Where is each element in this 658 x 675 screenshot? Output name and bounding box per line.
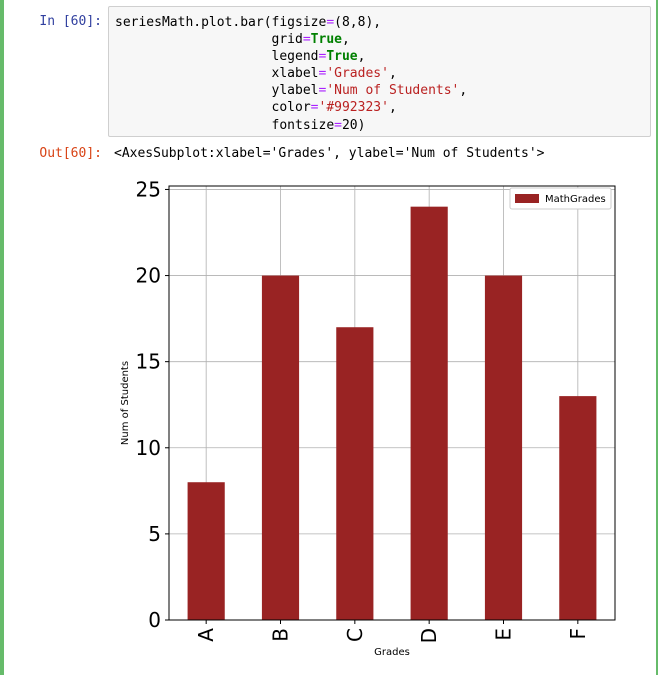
bar-f [559,396,597,620]
chart-grid [169,186,615,621]
bar-d [410,206,448,620]
bar-c [336,327,374,620]
chart-legend: MathGrades [509,187,612,210]
y-tick-label: 0 [148,608,161,632]
y-axis-ticks: 0 5 10 15 20 25 [136,177,169,632]
y-tick-label: 15 [136,350,161,374]
y-tick-label: 25 [136,177,161,201]
y-tick-label: 10 [136,436,161,460]
y-tick-label: 20 [136,264,161,288]
chart-bars [187,206,597,620]
legend-swatch [515,194,539,203]
legend-label: MathGrades [545,194,606,205]
x-tick-label: C [343,628,367,642]
x-tick-label: B [269,628,293,642]
y-tick-label: 5 [148,522,161,546]
x-tick-label: F [566,628,590,640]
bar-a [187,482,225,620]
bar-b [261,275,300,620]
x-tick-label: A [194,628,218,642]
x-tick-label: D [417,628,441,643]
plot-frame [168,185,616,621]
y-axis-label: Num of Students [120,361,131,445]
x-axis-ticks: A B C D E F [194,620,590,643]
x-axis-label: Grades [374,647,410,658]
x-tick-label: E [492,628,516,641]
bar-chart: 0 5 10 15 20 25 A B C D E F Grades Num of Students… [120,177,616,658]
bar-e [484,275,523,620]
